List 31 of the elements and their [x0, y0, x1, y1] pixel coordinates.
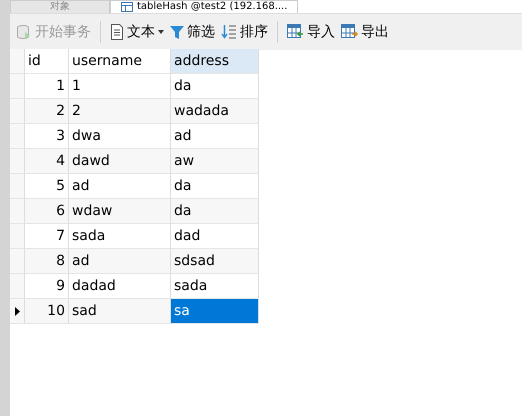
tab[interactable]: tableHash @test2 (192.168.... — [110, 0, 298, 13]
column-header[interactable]: username — [69, 49, 171, 74]
table-cell: 2 — [25, 99, 69, 124]
table-cell: 4 — [25, 149, 69, 174]
sort-icon — [221, 24, 237, 40]
filter-icon — [170, 24, 184, 40]
table-cell: wdaw — [69, 199, 171, 224]
toolbar-button[interactable]: 文本 — [108, 21, 166, 43]
row-header[interactable] — [10, 299, 25, 324]
current-row-icon — [14, 306, 20, 316]
table-cell: aw — [171, 149, 259, 174]
table-cell: ad — [69, 249, 171, 274]
table-cell: sdsad — [171, 249, 259, 274]
table-cell: da — [171, 199, 259, 224]
table-cell: wadada — [171, 99, 259, 124]
table-cell: 6 — [25, 199, 69, 224]
table-cell: dawd — [69, 149, 171, 174]
database-icon — [16, 24, 32, 40]
table-cell: 2 — [69, 99, 171, 124]
column-header[interactable]: address — [171, 49, 259, 74]
table-cell: sa — [171, 299, 259, 324]
toolbar-button[interactable]: 导出 — [339, 21, 391, 43]
caret-icon — [158, 30, 164, 34]
document-icon — [110, 24, 124, 40]
table-cell: 10 — [25, 299, 69, 324]
toolbar-button[interactable]: 筛选 — [168, 21, 217, 43]
table-cell: 8 — [25, 249, 69, 274]
toolbar-button[interactable]: 排序 — [219, 21, 270, 43]
table-icon — [121, 2, 133, 12]
column-header[interactable]: id — [25, 49, 69, 74]
toolbar-button[interactable]: 导入 — [285, 21, 337, 43]
